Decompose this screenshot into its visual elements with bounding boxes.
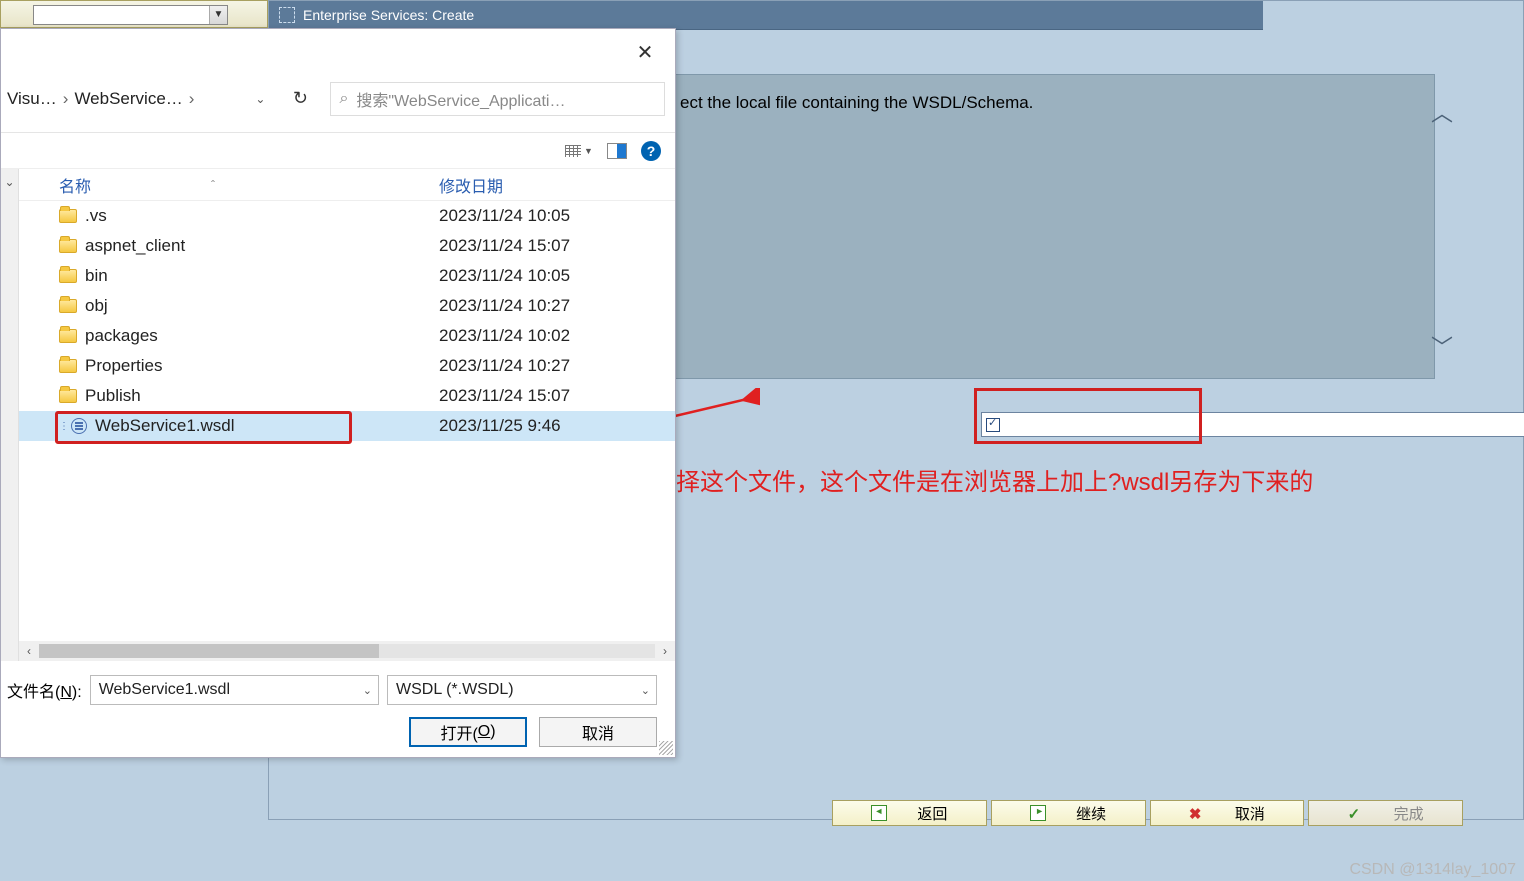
annotation-box-input (974, 388, 1202, 444)
watermark: CSDN @1314lay_1007 (1349, 861, 1516, 879)
search-placeholder: 搜索"WebService_Applicati… (356, 87, 565, 111)
scroll-down-icon[interactable]: ﹀ (1431, 330, 1451, 350)
scroll-track[interactable] (39, 644, 655, 658)
file-row[interactable]: Publish 2023/11/24 15:07 (19, 381, 675, 411)
resize-grip-icon[interactable] (659, 741, 673, 755)
breadcrumb-dropdown[interactable]: ⌄ (248, 87, 272, 111)
sap-window-title: Enterprise Services: Create (303, 7, 474, 23)
folder-icon (59, 209, 77, 223)
file-name: Publish (85, 386, 141, 406)
folder-icon (59, 269, 77, 283)
toolbar-combo[interactable]: ▼ (33, 5, 228, 25)
file-row[interactable]: .vs 2023/11/24 10:05 (19, 201, 675, 231)
breadcrumb-part-2[interactable]: WebService… (74, 89, 182, 109)
search-input[interactable]: ⌕ 搜索"WebService_Applicati… (330, 82, 665, 116)
file-row[interactable]: aspnet_client 2023/11/24 15:07 (19, 231, 675, 261)
scroll-right-icon[interactable]: › (655, 642, 675, 660)
file-date: 2023/11/25 9:46 (439, 416, 675, 436)
file-date: 2023/11/24 10:02 (439, 326, 675, 346)
back-icon (871, 805, 887, 821)
back-button[interactable]: 返回 (832, 800, 987, 826)
refresh-button[interactable]: ↻ (284, 83, 316, 115)
dialog-cancel-button[interactable]: 取消 (539, 717, 657, 747)
file-name: .vs (85, 206, 107, 226)
cancel-icon (1189, 805, 1205, 821)
filename-label: 文件名(N): (7, 678, 82, 702)
file-date: 2023/11/24 15:07 (439, 236, 675, 256)
file-date: 2023/11/24 10:05 (439, 266, 675, 286)
file-date: 2023/11/24 10:05 (439, 206, 675, 226)
col-date-header[interactable]: 修改日期 (439, 173, 675, 197)
file-name: aspnet_client (85, 236, 185, 256)
file-row[interactable]: ⋮ WebService1.wsdl 2023/11/25 9:46 (19, 411, 675, 441)
file-date: 2023/11/24 10:27 (439, 356, 675, 376)
filename-input[interactable]: WebService1.wsdl ⌄ (90, 675, 379, 705)
help-button[interactable]: ? (641, 141, 661, 161)
file-date: 2023/11/24 15:07 (439, 386, 675, 406)
scroll-up-icon[interactable]: ︿ (1431, 96, 1451, 116)
grid-icon (565, 145, 581, 157)
dialog-nav-bar: Visu… › WebService… › ⌄ ↻ ⌕ 搜索"WebServic… (1, 65, 675, 133)
finish-button: 完成 (1308, 800, 1463, 826)
col-name-header[interactable]: 名称 (59, 173, 91, 197)
column-headers[interactable]: 名称 ˆ 修改日期 (19, 169, 675, 201)
file-row[interactable]: packages 2023/11/24 10:02 (19, 321, 675, 351)
preview-pane-button[interactable] (607, 143, 627, 159)
chevron-right-icon: › (63, 89, 69, 109)
view-mode-button[interactable]: ▼ (565, 141, 593, 161)
done-icon (1348, 805, 1364, 821)
search-icon: ⌕ (339, 90, 348, 108)
annotation-text: 选择这个文件，这个文件是在浏览器上加上?wsdl另存为下来的 (652, 464, 1422, 502)
file-name: WebService1.wsdl (95, 416, 235, 436)
file-icon-prefix: ⋮ (59, 421, 65, 432)
scroll-thumb[interactable] (39, 644, 379, 658)
file-row[interactable]: Properties 2023/11/24 10:27 (19, 351, 675, 381)
file-open-dialog: ✕ Visu… › WebService… › ⌄ ↻ ⌕ 搜索"WebServ… (0, 28, 676, 758)
breadcrumb-part-1[interactable]: Visu… (7, 89, 57, 109)
folder-icon (59, 239, 77, 253)
sap-window-titlebar: Enterprise Services: Create (269, 1, 1263, 30)
chevron-down-icon: ▼ (584, 146, 593, 156)
wsdl-file-icon (71, 418, 87, 434)
file-row[interactable]: obj 2023/11/24 10:27 (19, 291, 675, 321)
dialog-toolbar: ▼ ? (1, 133, 675, 169)
nav-tree-stub[interactable]: ⌄ (1, 169, 19, 661)
file-name: obj (85, 296, 108, 316)
horizontal-scrollbar[interactable]: ‹ › (19, 641, 675, 661)
dropdown-arrow-icon: ▼ (209, 6, 227, 24)
sort-indicator-icon: ˆ (211, 178, 215, 192)
folder-icon (59, 299, 77, 313)
file-name: bin (85, 266, 108, 286)
window-icon (279, 7, 295, 23)
file-date: 2023/11/24 10:27 (439, 296, 675, 316)
scroll-left-icon[interactable]: ‹ (19, 642, 39, 660)
toolbar-background: ▼ (0, 0, 268, 28)
next-button[interactable]: 继续 (991, 800, 1146, 826)
file-name: packages (85, 326, 158, 346)
file-row[interactable]: bin 2023/11/24 10:05 (19, 261, 675, 291)
filetype-select[interactable]: WSDL (*.WSDL) ⌄ (387, 675, 657, 705)
chevron-down-icon: ⌄ (363, 684, 372, 697)
folder-icon (59, 359, 77, 373)
chevron-right-icon: › (189, 89, 195, 109)
chevron-down-icon: ⌄ (641, 684, 650, 697)
open-button[interactable]: 打开(O) (409, 717, 527, 747)
file-list: .vs 2023/11/24 10:05 aspnet_client 2023/11/… (19, 201, 675, 641)
close-button[interactable]: ✕ (625, 37, 665, 67)
next-icon (1030, 805, 1046, 821)
breadcrumb[interactable]: Visu… › WebService… › (7, 89, 200, 109)
folder-icon (59, 329, 77, 343)
file-name: Properties (85, 356, 162, 376)
cancel-button[interactable]: 取消 (1150, 800, 1305, 826)
folder-icon (59, 389, 77, 403)
wizard-button-bar: 返回 继续 取消 完成 (832, 800, 1463, 826)
